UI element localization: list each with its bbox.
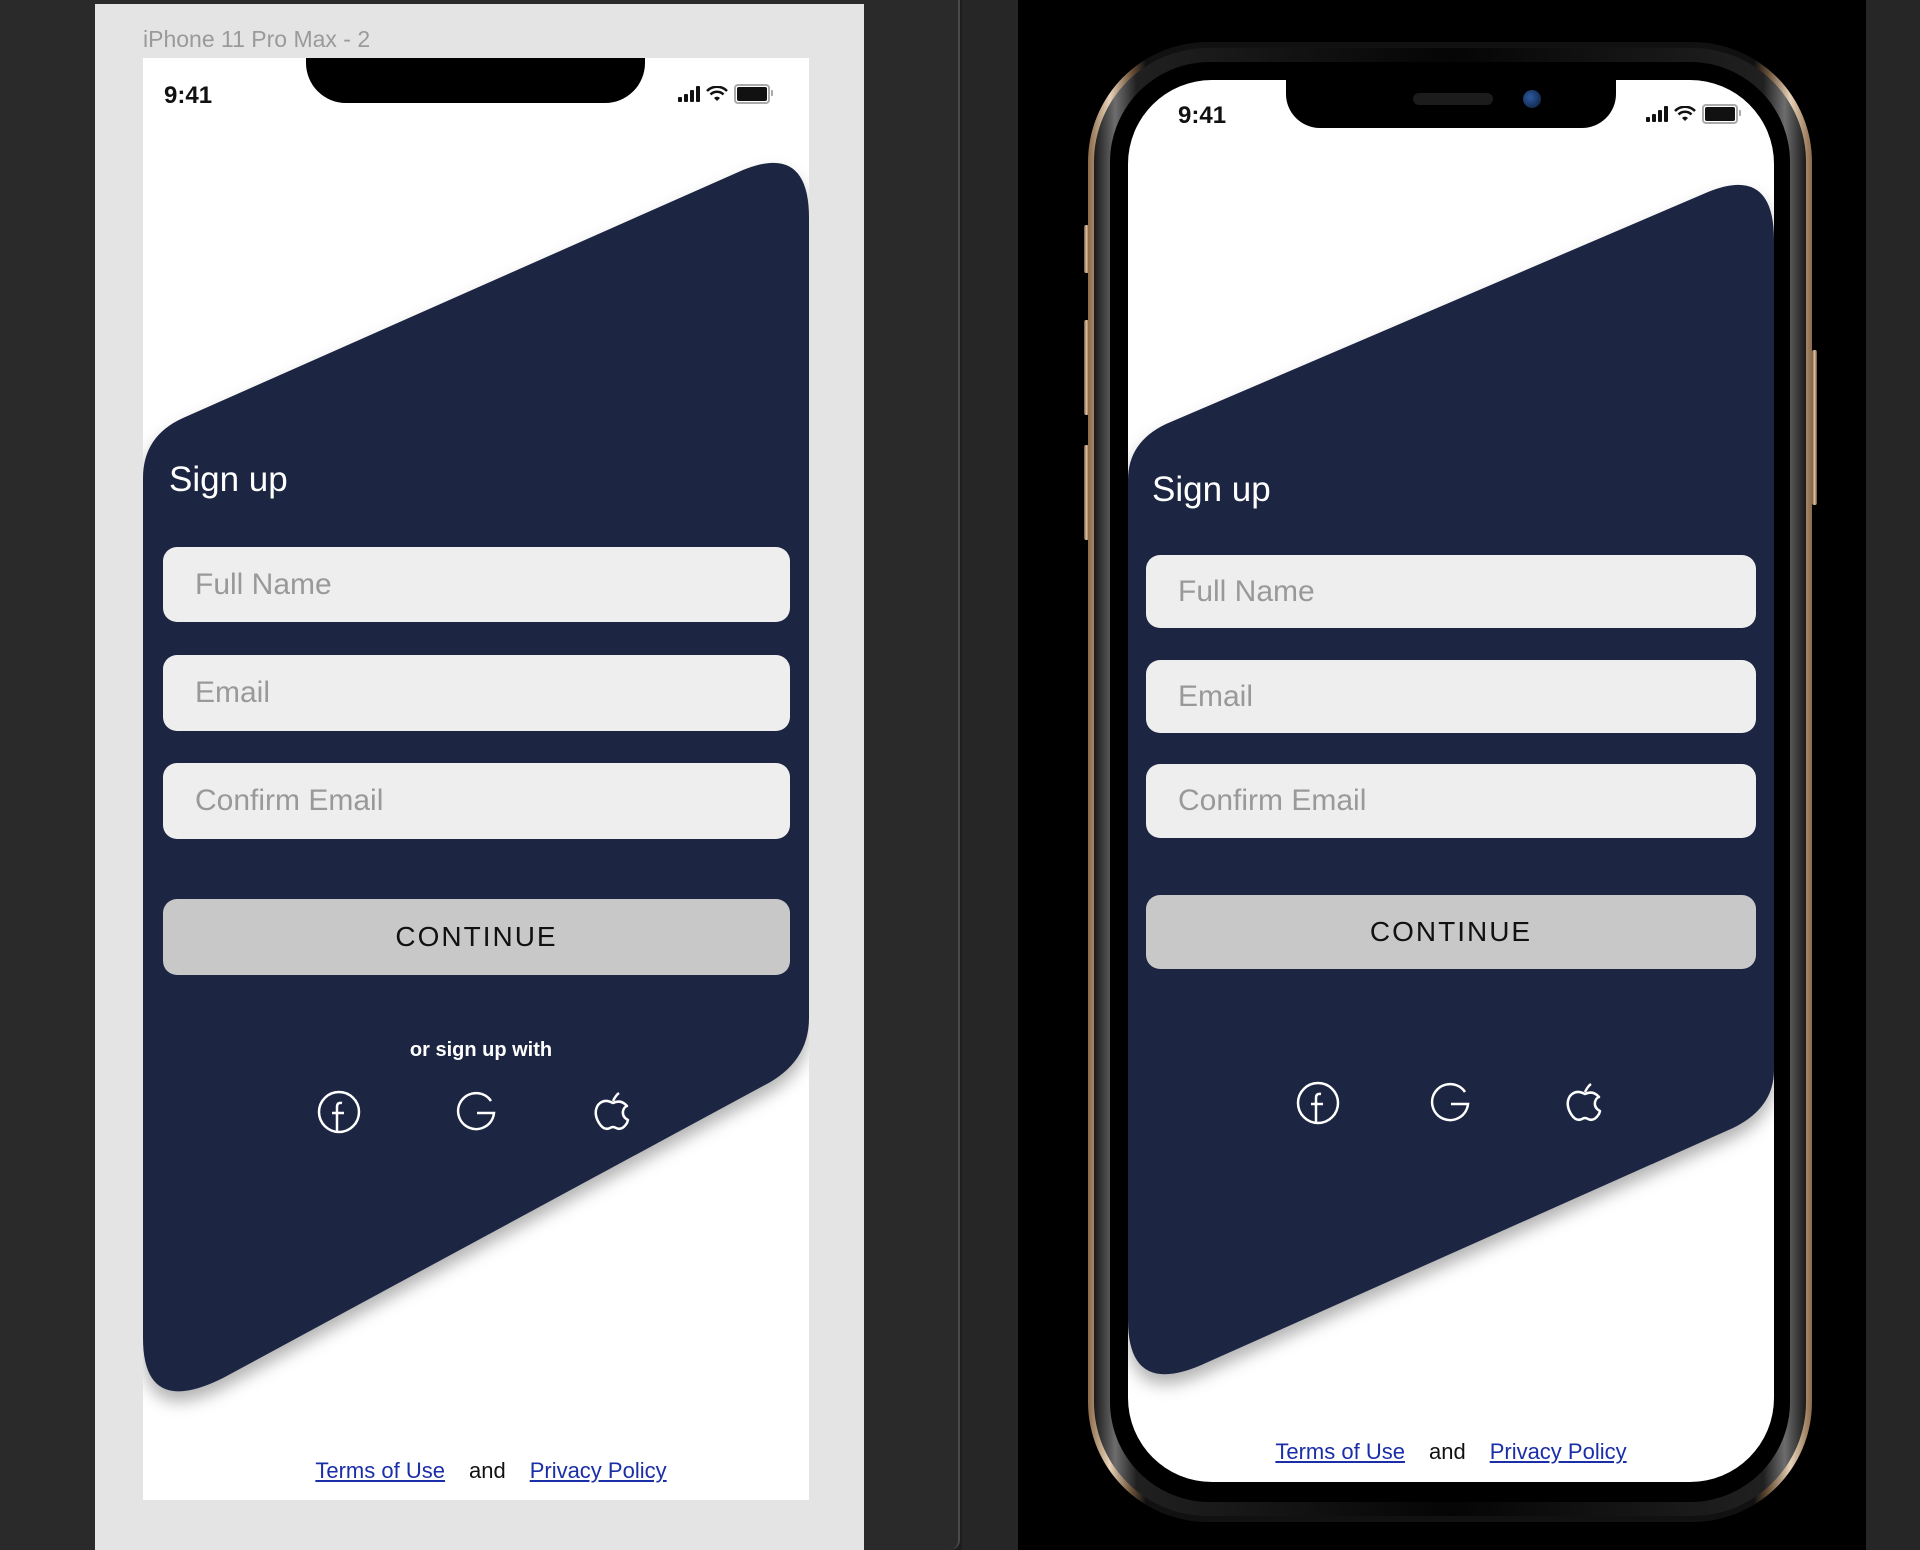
artboard-label[interactable]: iPhone 11 Pro Max - 2 bbox=[143, 26, 370, 53]
confirm-email-input[interactable]: Confirm Email bbox=[163, 763, 790, 839]
legal-footer: Terms of Use and Privacy Policy bbox=[143, 1458, 809, 1484]
confirm-email-input[interactable]: Confirm Email bbox=[1146, 764, 1756, 838]
apple-icon[interactable] bbox=[1562, 1078, 1608, 1124]
full-name-input[interactable]: Full Name bbox=[1146, 555, 1756, 628]
privacy-policy-link[interactable]: Privacy Policy bbox=[1490, 1439, 1627, 1464]
battery-icon bbox=[734, 84, 773, 104]
front-camera bbox=[1523, 90, 1541, 108]
status-icons bbox=[678, 84, 773, 104]
status-icons bbox=[1646, 104, 1741, 124]
email-input[interactable]: Email bbox=[1146, 660, 1756, 733]
device-screen-signup: 9:41 Sign up Full Name Email Confirm Ema… bbox=[1128, 80, 1774, 1482]
continue-button[interactable]: CONTINUE bbox=[163, 899, 790, 975]
privacy-policy-link[interactable]: Privacy Policy bbox=[530, 1458, 667, 1483]
google-icon[interactable] bbox=[1427, 1080, 1473, 1126]
google-icon[interactable] bbox=[453, 1089, 499, 1135]
terms-of-use-link[interactable]: Terms of Use bbox=[315, 1458, 445, 1483]
status-time: 9:41 bbox=[1178, 102, 1227, 129]
speaker-grille bbox=[1413, 93, 1493, 105]
continue-button[interactable]: CONTINUE bbox=[1146, 895, 1756, 969]
and-label: and bbox=[468, 1458, 506, 1483]
or-sign-up-with-label: or sign up with bbox=[409, 1039, 553, 1061]
notch bbox=[306, 58, 645, 103]
full-name-input[interactable]: Full Name bbox=[163, 547, 790, 622]
battery-icon bbox=[1702, 104, 1741, 124]
signup-title: Sign up bbox=[1152, 470, 1271, 509]
wifi-icon bbox=[1674, 106, 1696, 121]
signup-title: Sign up bbox=[169, 460, 288, 499]
status-time: 9:41 bbox=[164, 82, 213, 109]
wifi-icon bbox=[706, 86, 728, 101]
terms-of-use-link[interactable]: Terms of Use bbox=[1275, 1439, 1405, 1464]
notch bbox=[1286, 80, 1616, 128]
side-button bbox=[1812, 350, 1817, 505]
and-label: and bbox=[1428, 1439, 1466, 1464]
legal-footer: Terms of Use and Privacy Policy bbox=[1128, 1439, 1774, 1465]
cellular-signal-icon bbox=[678, 86, 700, 102]
facebook-icon[interactable] bbox=[1295, 1080, 1341, 1126]
artboard-screen-signup: 9:41 Sign up Full Name Email Confirm Ema… bbox=[143, 58, 809, 1500]
email-input[interactable]: Email bbox=[163, 655, 790, 731]
cellular-signal-icon bbox=[1646, 106, 1668, 122]
facebook-icon[interactable] bbox=[316, 1089, 362, 1135]
apple-icon[interactable] bbox=[590, 1087, 636, 1133]
